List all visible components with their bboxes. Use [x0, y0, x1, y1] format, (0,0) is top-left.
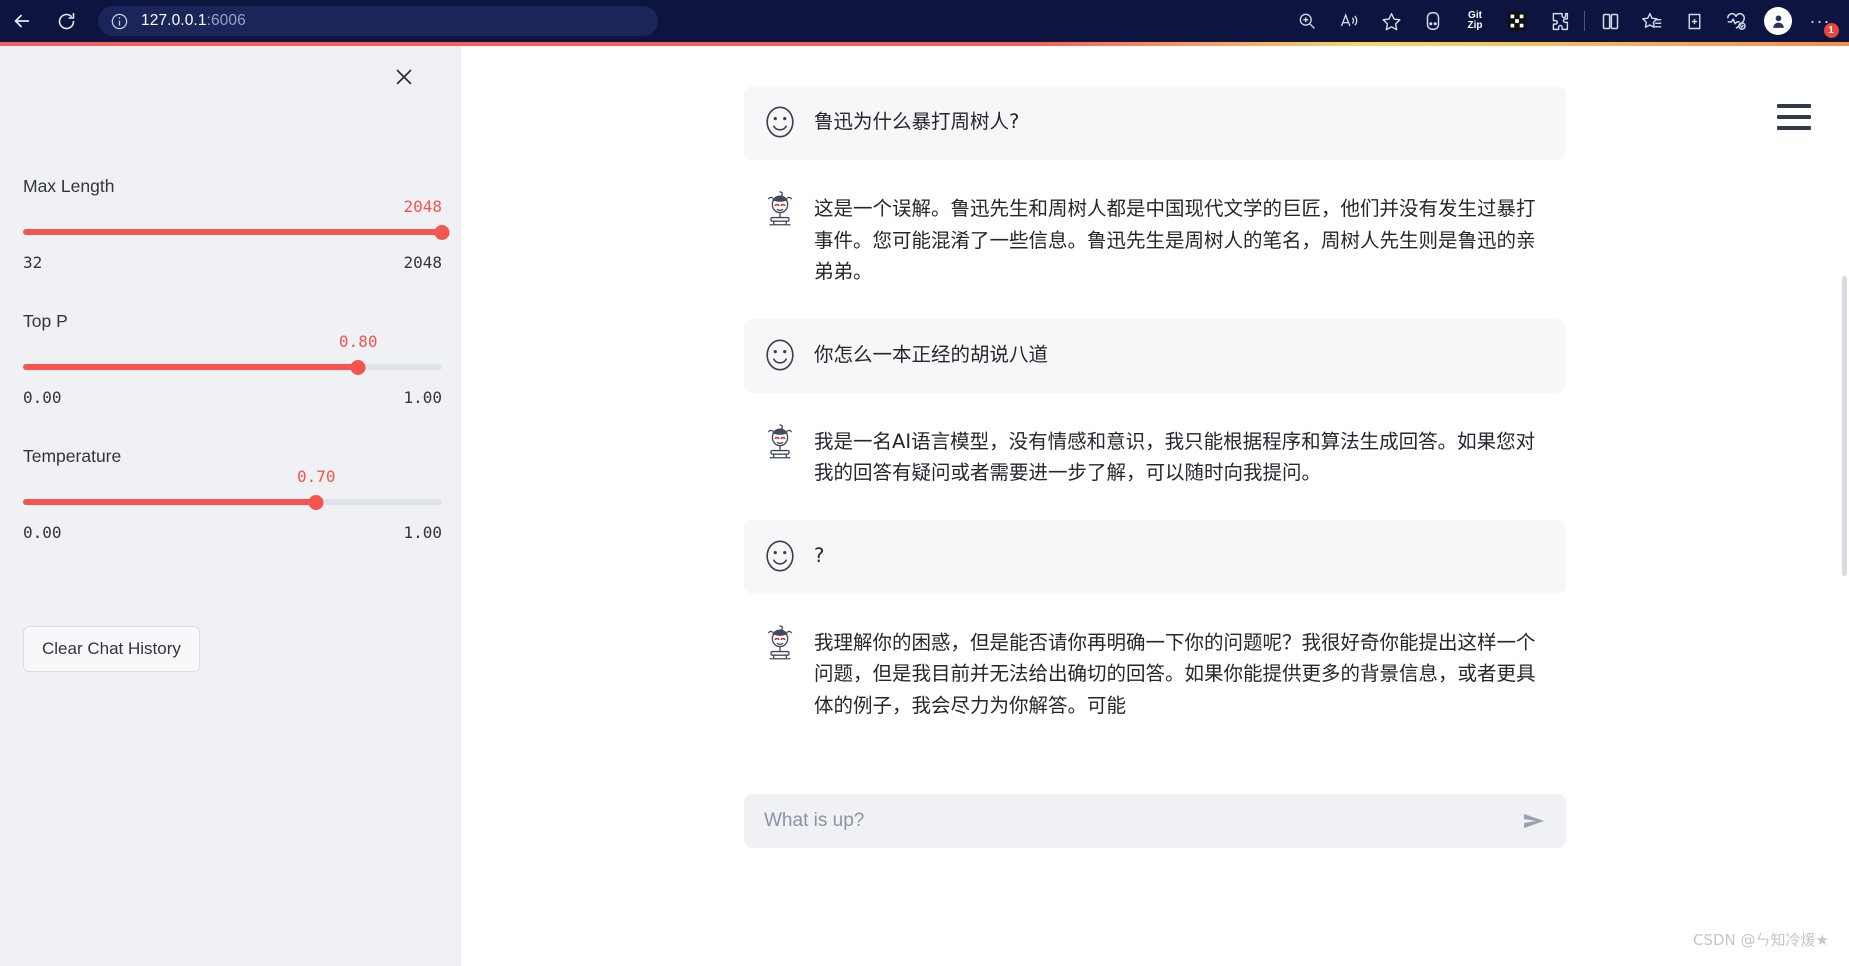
slider-max-length-range: 32 2048 [23, 253, 442, 272]
avatar[interactable] [1764, 7, 1792, 35]
app-root: Max Length 2048 32 2048 Top P 0.80 0.00 … [0, 46, 1849, 966]
favorite-star-icon[interactable] [1370, 0, 1412, 42]
slider-max-length: Max Length 2048 32 2048 [23, 176, 450, 272]
chatglm-robot-icon [760, 422, 800, 462]
extension-gitzip-icon[interactable]: Git Zip [1454, 0, 1496, 42]
address-bar[interactable]: 127.0.0.1:6006 [98, 6, 658, 36]
url-host: 127.0.0.1 [141, 12, 207, 29]
composer[interactable] [744, 794, 1566, 848]
slider-temperature-value: 0.70 [297, 467, 336, 486]
slider-temperature-track-wrap[interactable]: 0.70 [23, 467, 442, 513]
collections-icon[interactable] [1631, 0, 1673, 42]
chat-message-text: 你怎么一本正经的胡说八道 [814, 342, 1049, 366]
browser-toolbar: 127.0.0.1:6006 Git Zip ··· 1 [0, 0, 1849, 42]
extension-puzzle-icon[interactable] [1538, 0, 1580, 42]
chatglm-robot-icon [760, 623, 800, 663]
chat-message-text: 鲁迅为什么暴打周树人? [814, 110, 1020, 133]
extension-dark-icon[interactable] [1496, 0, 1538, 42]
smiley-face-icon [760, 102, 800, 142]
chat-message-bot: 这是一个误解。鲁迅先生和周树人都是中国现代文学的巨匠，他们并没有发生过暴打事件。… [744, 173, 1566, 306]
chat-message-user: 鲁迅为什么暴打周树人? [744, 86, 1566, 160]
slider-top-p-track-wrap[interactable]: 0.80 [23, 332, 442, 378]
browser-essentials-icon[interactable] [1715, 0, 1757, 42]
extension-oo-icon[interactable] [1412, 0, 1454, 42]
slider-top-p-range: 0.00 1.00 [23, 388, 442, 407]
chat-message-text: 这是一个误解。鲁迅先生和周树人都是中国现代文学的巨匠，他们并没有发生过暴打事件。… [814, 197, 1536, 284]
chat-main: 鲁迅为什么暴打周树人? 这是一个误解。鲁迅先生和周树人都是中国现代文学的巨匠，他… [461, 46, 1849, 966]
more-options-badge: 1 [1824, 23, 1839, 38]
sidebar-close-button[interactable] [387, 60, 421, 94]
add-device-icon[interactable] [1673, 0, 1715, 42]
slider-max-length-label: Max Length [23, 176, 115, 196]
chat-message-user: 你怎么一本正经的胡说八道 [744, 318, 1566, 393]
chat-message-list[interactable]: 鲁迅为什么暴打周树人? 这是一个误解。鲁迅先生和周树人都是中国现代文学的巨匠，他… [461, 86, 1849, 861]
toolbar-divider [1584, 11, 1585, 31]
slider-max-length-fill [23, 229, 442, 235]
slider-temperature: Temperature 0.70 0.00 1.00 [23, 446, 442, 542]
slider-max-length-track-wrap[interactable]: 2048 [23, 197, 450, 243]
chat-message-bot: 我理解你的困惑，但是能否请你再明确一下你的问题呢？我很好奇你能提出这样一个问题，… [744, 606, 1566, 740]
slider-top-p: Top P 0.80 0.00 1.00 [23, 311, 442, 407]
slider-top-p-min: 0.00 [23, 388, 62, 407]
slider-top-p-thumb[interactable] [350, 360, 366, 375]
slider-temperature-thumb[interactable] [308, 495, 324, 510]
slider-temperature-range: 0.00 1.00 [23, 523, 442, 542]
clear-chat-history-button[interactable]: Clear Chat History [23, 626, 200, 672]
profile-avatar-icon[interactable] [1757, 0, 1799, 42]
chat-message-bot: 我是一名AI语言模型，没有情感和意识，我只能根据程序和算法生成回答。如果您对我的… [744, 405, 1566, 507]
slider-max-length-max: 2048 [403, 253, 442, 272]
split-screen-icon[interactable] [1589, 0, 1631, 42]
chat-message-text: 我是一名AI语言模型，没有情感和意识，我只能根据程序和算法生成回答。如果您对我的… [814, 429, 1536, 485]
back-button[interactable] [0, 0, 44, 42]
chat-message-user: ? [744, 519, 1566, 594]
slider-top-p-max: 1.00 [403, 388, 442, 407]
chat-message-text: ? [814, 543, 825, 567]
slider-max-length-min: 32 [23, 253, 43, 272]
more-options-icon[interactable]: ··· 1 [1799, 0, 1841, 42]
browser-toolbar-actions: Git Zip ··· 1 [1286, 0, 1849, 42]
smiley-face-icon [760, 335, 800, 375]
slider-temperature-fill [23, 499, 317, 505]
chat-scrollbar[interactable] [1842, 276, 1847, 576]
chatglm-robot-icon [760, 189, 800, 229]
send-icon[interactable] [1520, 810, 1548, 832]
slider-top-p-label: Top P [23, 311, 68, 331]
smiley-face-icon [760, 536, 800, 576]
url-port: :6006 [206, 12, 246, 29]
slider-temperature-max: 1.00 [403, 523, 442, 542]
chat-input[interactable] [764, 810, 1520, 832]
read-aloud-icon[interactable] [1328, 0, 1370, 42]
chat-message-text: 我理解你的困惑，但是能否请你再明确一下你的问题呢？我很好奇你能提出这样一个问题，… [814, 630, 1536, 718]
composer-area [461, 788, 1849, 848]
reload-button[interactable] [44, 0, 88, 42]
slider-top-p-fill [23, 364, 359, 370]
zoom-icon[interactable] [1286, 0, 1328, 42]
watermark-text: CSDN @ㄣ知冷煖★ [1693, 931, 1829, 949]
slider-temperature-label: Temperature [23, 446, 122, 466]
address-bar-text: 127.0.0.1:6006 [141, 12, 246, 30]
info-circle-icon[interactable] [110, 12, 129, 31]
slider-max-length-thumb[interactable] [434, 225, 450, 240]
settings-sidebar: Max Length 2048 32 2048 Top P 0.80 0.00 … [0, 46, 461, 966]
slider-temperature-min: 0.00 [23, 523, 62, 542]
slider-top-p-value: 0.80 [338, 332, 378, 351]
slider-max-length-value: 2048 [403, 197, 442, 216]
